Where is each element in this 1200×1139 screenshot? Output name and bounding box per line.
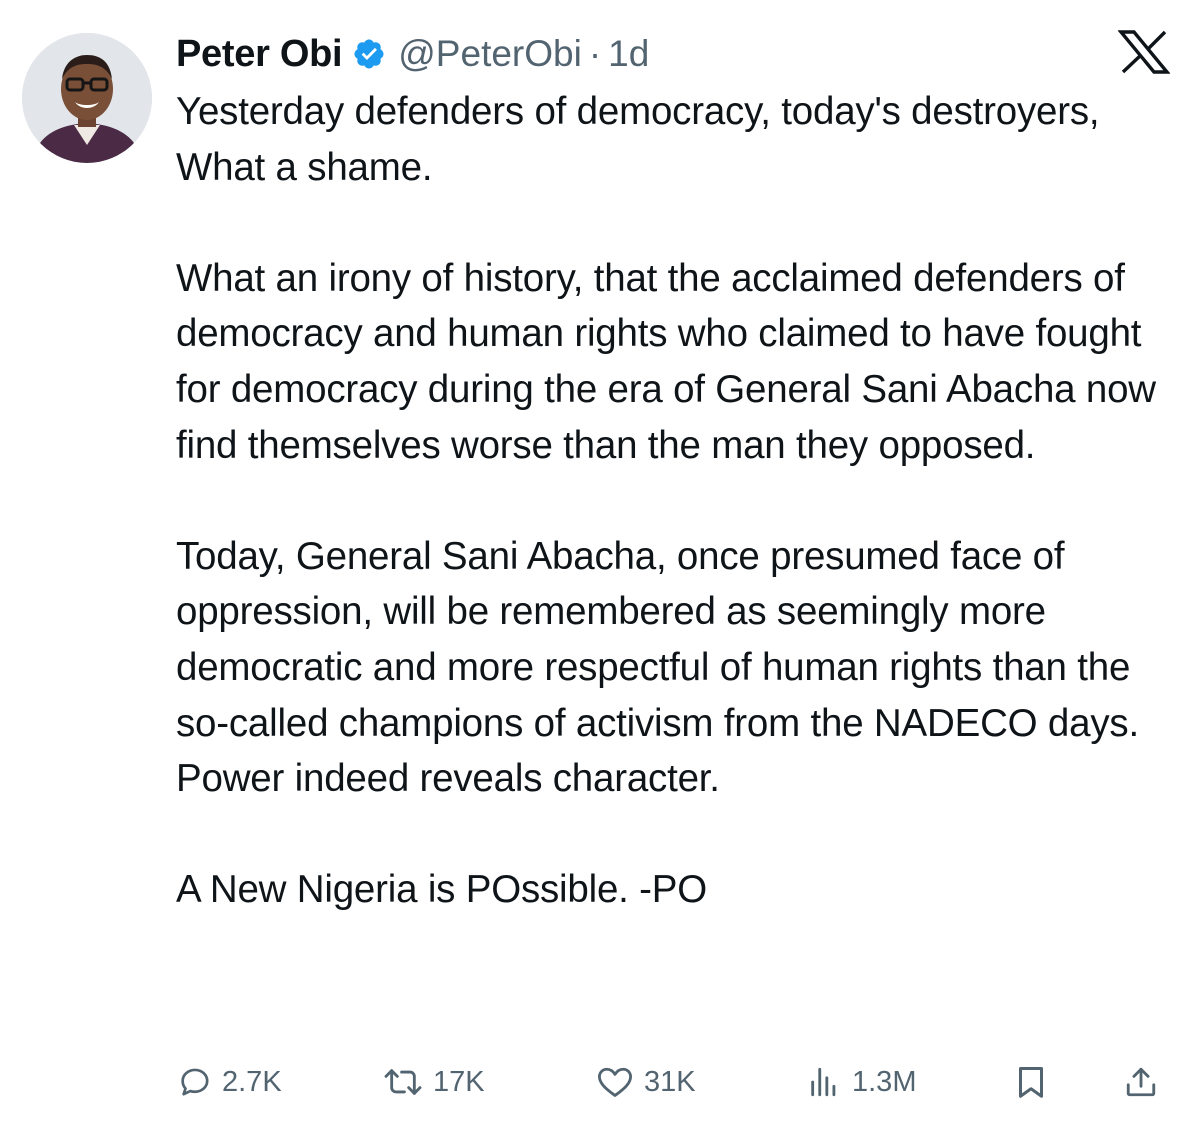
repost-count: 17K: [433, 1065, 485, 1098]
display-name[interactable]: Peter Obi: [176, 33, 343, 76]
tweet-paragraph: Today, General Sani Abacha, once presume…: [176, 534, 1139, 801]
x-logo-icon: [1117, 30, 1171, 74]
tweet-paragraph: Yesterday defenders of democracy, today'…: [176, 90, 1100, 189]
tweet-text: Yesterday defenders of democracy, today'…: [176, 84, 1176, 918]
share-button[interactable]: [1124, 1056, 1158, 1108]
bookmark-icon: [1016, 1064, 1046, 1100]
tweet-header: Peter Obi @PeterObi · 1d: [176, 26, 649, 82]
verified-badge-icon: [352, 37, 386, 71]
views-count: 1.3M: [852, 1065, 917, 1098]
reply-icon: [178, 1065, 212, 1099]
timestamp[interactable]: 1d: [608, 33, 649, 75]
repost-icon: [383, 1065, 423, 1099]
share-icon: [1124, 1064, 1158, 1100]
tweet-paragraph: What an irony of history, that the accla…: [176, 256, 1156, 467]
reply-button[interactable]: 2.7K: [178, 1056, 282, 1108]
handle[interactable]: @PeterObi: [398, 33, 582, 75]
reply-count: 2.7K: [222, 1065, 282, 1098]
views-button[interactable]: 1.3M: [806, 1056, 916, 1108]
avatar-image: [22, 33, 152, 163]
action-bar: 2.7K 17K 31K 1.3M: [0, 1056, 1200, 1108]
avatar[interactable]: [22, 33, 152, 163]
tweet-paragraph: A New Nigeria is POssible. -PO: [176, 868, 708, 912]
like-count: 31K: [644, 1065, 696, 1098]
heart-icon: [596, 1065, 634, 1099]
views-icon: [806, 1065, 842, 1099]
like-button[interactable]: 31K: [596, 1056, 696, 1108]
repost-button[interactable]: 17K: [383, 1056, 485, 1108]
tweet-card: Peter Obi @PeterObi · 1d Yesterday defen…: [0, 0, 1200, 1139]
separator-dot: ·: [588, 33, 602, 74]
bookmark-button[interactable]: [1016, 1056, 1046, 1108]
